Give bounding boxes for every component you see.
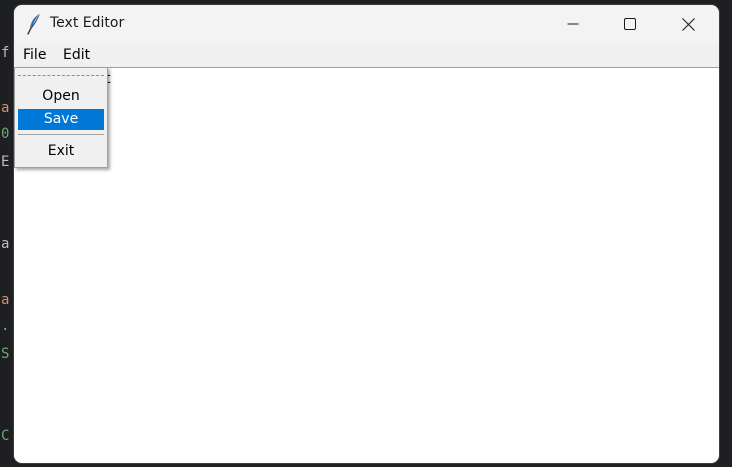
code-line: a [1,292,10,308]
tearoff-line[interactable] [18,75,104,76]
minimize-icon [567,18,579,30]
menu-bar: File Edit [14,43,719,68]
title-bar[interactable]: Text Editor [14,5,719,43]
minimize-button[interactable] [544,5,602,43]
code-line: a [1,100,10,116]
code-line: 0 [1,126,10,142]
code-line: a [1,236,10,252]
file-menu-dropdown: Open Save Exit [14,67,108,168]
code-line: E [1,154,10,170]
code-line: f [1,45,10,61]
close-button[interactable] [659,5,717,43]
maximize-icon [624,18,636,30]
menu-item-exit[interactable]: Exit [18,141,104,162]
background-code-editor: f a 0 E a a . S C [0,0,14,467]
close-icon [681,17,695,31]
code-line: . [1,318,10,334]
menu-item-open[interactable]: Open [18,86,104,107]
code-line: C [1,428,10,444]
text-editor-window: Text Editor File Edit t [14,5,719,463]
maximize-button[interactable] [601,5,659,43]
code-line: S [1,346,10,362]
menu-item-save[interactable]: Save [18,109,104,130]
window-title: Text Editor [50,15,125,31]
menu-file[interactable]: File [19,46,50,64]
menu-separator [18,134,104,135]
editor-text-area[interactable]: t [14,68,719,463]
feather-icon [26,13,44,35]
menu-edit[interactable]: Edit [59,46,94,64]
